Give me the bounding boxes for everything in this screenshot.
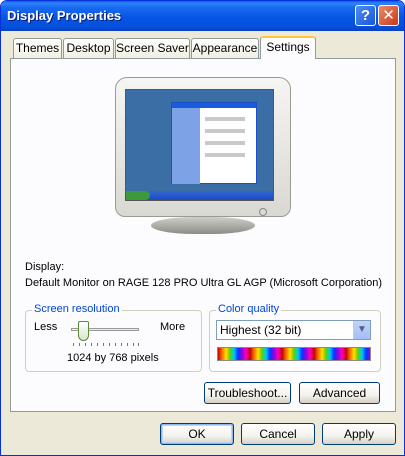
mini-start-button <box>126 191 150 200</box>
resolution-value: 1024 by 768 pixels <box>67 352 159 364</box>
power-led-icon <box>259 208 267 216</box>
help-button[interactable]: ? <box>355 5 376 26</box>
slider-ticks <box>73 343 139 347</box>
tab-screen-saver[interactable]: Screen Saver <box>115 38 190 58</box>
color-quality-value: Highest (32 bit) <box>220 323 302 337</box>
monitor-screen <box>125 89 274 201</box>
resolution-slider-thumb[interactable] <box>78 321 89 341</box>
mini-window-preview <box>171 102 257 184</box>
color-quality-title: Color quality <box>216 303 282 315</box>
chevron-down-icon[interactable]: ▼ <box>353 321 370 339</box>
title-bar[interactable]: Display Properties ? ✕ <box>1 1 404 31</box>
cancel-button[interactable]: Cancel <box>241 423 315 445</box>
window-title: Display Properties <box>7 8 122 23</box>
mini-taskbar <box>126 191 273 200</box>
color-spectrum-bar <box>217 347 371 361</box>
tab-settings[interactable]: Settings <box>260 36 316 59</box>
less-label: Less <box>34 321 58 333</box>
display-properties-window: Display Properties ? ✕ Themes Desktop Sc… <box>0 0 405 456</box>
troubleshoot-button[interactable]: Troubleshoot... <box>204 382 291 404</box>
tab-desktop[interactable]: Desktop <box>63 38 114 58</box>
tab-appearance[interactable]: Appearance <box>191 38 259 58</box>
more-label: More <box>160 321 186 333</box>
display-device: Default Monitor on RAGE 128 PRO Ultra GL… <box>25 277 383 289</box>
close-button[interactable]: ✕ <box>378 5 399 26</box>
apply-button[interactable]: Apply <box>322 423 396 445</box>
screen-resolution-title: Screen resolution <box>32 303 122 315</box>
color-quality-select[interactable]: Highest (32 bit) ▼ <box>216 320 371 340</box>
advanced-button[interactable]: Advanced <box>299 382 380 404</box>
display-label: Display: <box>25 261 65 273</box>
ok-button[interactable]: OK <box>160 423 234 445</box>
monitor-stand <box>151 217 255 234</box>
tab-themes[interactable]: Themes <box>13 38 62 58</box>
